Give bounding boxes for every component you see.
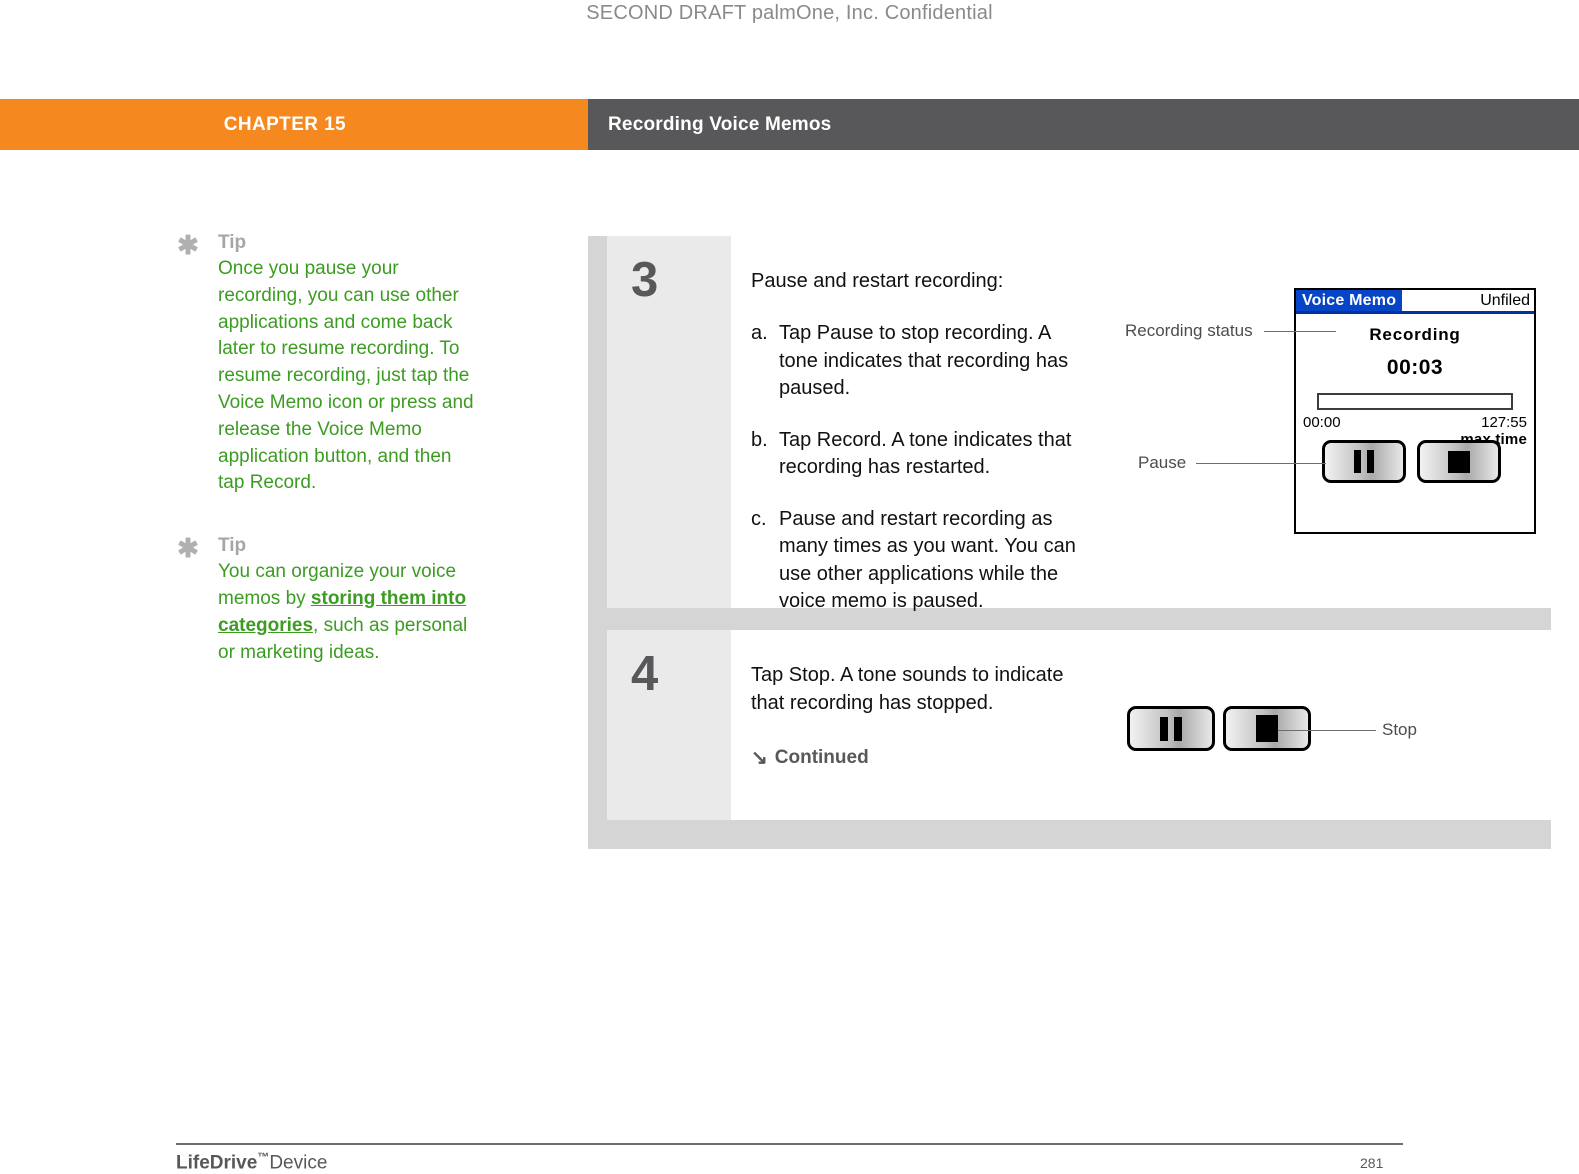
pda-time-start: 00:00 (1303, 414, 1341, 431)
pda-max-time-value: 127:55 (1481, 414, 1527, 431)
tip-title: Tip (218, 232, 247, 253)
pda-app-tab[interactable]: Voice Memo (1296, 290, 1403, 311)
tip-block-2: ✱ Tip You can organize your voice memos … (176, 533, 476, 666)
draft-notice-text: SECOND DRAFT palmOne, Inc. Confidential (586, 2, 993, 24)
substep-item: c. Pause and restart recording as many t… (751, 506, 1081, 616)
substep-item: a. Tap Pause to stop recording. A tone i… (751, 320, 1081, 403)
continued-label: Continued (774, 747, 869, 768)
pda-progress-bar (1317, 393, 1513, 410)
pda-elapsed-time: 00:03 (1386, 356, 1444, 379)
pause-icon (1354, 450, 1374, 473)
pda-transport-buttons (1322, 440, 1501, 483)
step-number-column: 4 (607, 630, 731, 820)
chapter-title-block: Recording Voice Memos (588, 99, 1579, 150)
stop-button[interactable] (1223, 706, 1311, 751)
tips-column: ✱ Tip Once you pause your recording, you… (176, 230, 476, 702)
substep-text: Tap Record. A tone indicates that record… (779, 428, 1072, 479)
pause-button[interactable] (1322, 440, 1406, 483)
tip-block-1: ✱ Tip Once you pause your recording, you… (176, 230, 476, 497)
pause-button[interactable] (1127, 706, 1215, 751)
pda-title-bar: Voice Memo Unfiled (1296, 290, 1534, 314)
step-number: 4 (631, 647, 658, 701)
callout-recording-status: Recording status (1125, 321, 1253, 340)
chapter-number-label: CHAPTER 15 (223, 113, 346, 135)
stop-icon (1448, 450, 1470, 473)
tip-title: Tip (218, 535, 247, 557)
chapter-title-label: Recording Voice Memos (608, 113, 832, 135)
substep-text: Tap Pause to stop recording. A tone indi… (779, 322, 1069, 399)
chapter-number-block: CHAPTER 15 (0, 99, 588, 150)
arrow-down-right-icon: ↘ (751, 747, 768, 769)
voice-memo-screen-illustration: Voice Memo Unfiled Recording 00:03 00:00… (1294, 288, 1536, 534)
pda-recording-status: Recording (1369, 325, 1461, 344)
callout-stop: Stop (1382, 720, 1417, 739)
substep-marker: c. (751, 507, 767, 530)
pda-category-label[interactable]: Unfiled (1480, 290, 1530, 311)
footer-product-word: Device (269, 1152, 328, 1174)
chapter-header-bar: CHAPTER 15 Recording Voice Memos (0, 99, 1579, 150)
substep-list: a. Tap Pause to stop recording. A tone i… (751, 320, 1081, 616)
trademark-icon: ™ (257, 1150, 270, 1164)
callout-line-stop (1278, 730, 1376, 731)
substep-marker: a. (751, 322, 768, 344)
step-number-column: 3 (607, 236, 731, 608)
substep-marker: b. (751, 428, 768, 451)
step-text: Tap Stop. A tone sounds to indicate that… (751, 664, 1064, 714)
page-number: 281 (1360, 1155, 1384, 1171)
substep-item: b. Tap Record. A tone indicates that rec… (751, 427, 1081, 482)
footer-product: LifeDrive™Device (176, 1150, 327, 1174)
tip-body: You can organize your voice memos by sto… (218, 559, 480, 666)
pause-icon (1160, 716, 1182, 741)
footer-brand: LifeDrive (176, 1152, 258, 1174)
draft-notice: SECOND DRAFT palmOne, Inc. Confidential (0, 0, 1579, 30)
tip-body-text: Once you pause your recording, you can u… (218, 258, 474, 494)
asterisk-icon: ✱ (177, 533, 199, 564)
substep-text: Pause and restart recording as many time… (779, 507, 1076, 613)
asterisk-icon: ✱ (177, 230, 199, 260)
footer-divider (176, 1143, 1403, 1145)
step-number: 3 (631, 253, 658, 307)
tip-body: Once you pause your recording, you can u… (218, 256, 480, 497)
callout-line-pause (1196, 463, 1326, 464)
callout-pause: Pause (1138, 453, 1187, 472)
callout-line-recording-status (1264, 331, 1336, 332)
stop-icon (1256, 715, 1278, 742)
step4-transport-buttons (1127, 706, 1311, 751)
stop-button[interactable] (1417, 440, 1501, 483)
